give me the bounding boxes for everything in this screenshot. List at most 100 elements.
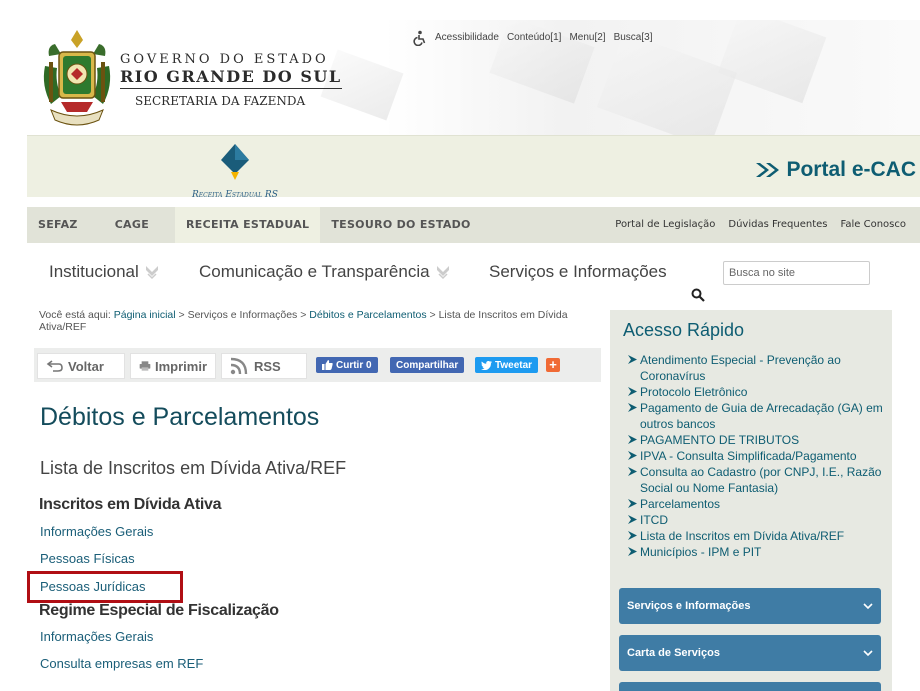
quick-link[interactable]: Lista de Inscritos em Dívida Ativa/REF: [626, 528, 886, 544]
quick-link-label: Atendimento Especial - Prevenção ao Coro…: [640, 353, 841, 383]
quick-link[interactable]: Consulta ao Cadastro (por CNPJ, I.E., Ra…: [626, 464, 886, 496]
breadcrumb-servicos: Serviços e Informações: [187, 309, 298, 321]
arrow-right-icon: [628, 531, 637, 540]
search-icon[interactable]: [691, 288, 705, 304]
page-title: Débitos e Parcelamentos: [40, 403, 320, 431]
quick-link-label: Consulta ao Cadastro (por CNPJ, I.E., Ra…: [640, 465, 882, 495]
breadcrumb: Você está aqui: Página inicial > Serviço…: [39, 309, 584, 333]
quick-link-label: ITCD: [640, 513, 668, 527]
panel-carta-servicos[interactable]: Carta de Serviços: [619, 635, 881, 671]
top-nav-duvidas[interactable]: Dúvidas Frequentes: [728, 207, 827, 243]
facebook-share-button[interactable]: Compartilhar: [390, 357, 465, 373]
receita-banner: Receita Estadual RS Portal e-CAC: [27, 135, 920, 200]
access-link-search[interactable]: Busca[3]: [614, 26, 653, 50]
link-ref-informacoes-gerais[interactable]: Informações Gerais: [40, 629, 153, 644]
printer-icon: [139, 361, 151, 371]
quick-link-label: Municípios - IPM e PIT: [640, 545, 762, 559]
breadcrumb-home[interactable]: Página inicial: [114, 309, 176, 321]
tweet-label: Tweetar: [495, 359, 533, 371]
arrow-right-icon: [628, 451, 637, 460]
receita-diamond-icon: [220, 144, 249, 180]
breadcrumb-sep: >: [300, 309, 307, 321]
government-title: GOVERNO DO ESTADO RIO GRANDE DO SUL SECR…: [120, 52, 342, 108]
twitter-bird-icon: [481, 360, 492, 370]
chevron-down-icon: [436, 266, 449, 280]
tweet-button[interactable]: Tweetar: [475, 357, 539, 373]
highlight-box: [27, 571, 183, 603]
arrow-right-icon: [628, 547, 637, 556]
breadcrumb-sep: >: [429, 309, 436, 321]
section-heading-divida-ativa: Inscritos em Dívida Ativa: [39, 496, 222, 513]
receita-logo[interactable]: Receita Estadual RS: [192, 142, 278, 200]
back-button[interactable]: Voltar: [37, 353, 125, 379]
back-label: Voltar: [68, 358, 104, 374]
chevron-down-icon: [863, 602, 873, 609]
print-button[interactable]: Imprimir: [130, 353, 216, 379]
main-nav-label: Comunicação e Transparência: [199, 262, 430, 281]
quick-link-label: Parcelamentos: [640, 497, 721, 511]
breadcrumb-prefix: Você está aqui:: [39, 309, 111, 321]
quick-link[interactable]: Protocolo Eletrônico: [626, 384, 886, 400]
top-nav-tesouro[interactable]: TESOURO DO ESTADO: [320, 207, 481, 243]
breadcrumb-debitos[interactable]: Débitos e Parcelamentos: [309, 309, 426, 321]
sidebar-title: Acesso Rápido: [623, 320, 745, 340]
arrow-right-icon: [628, 515, 637, 524]
quick-link[interactable]: ITCD: [626, 512, 886, 528]
quick-link[interactable]: PAGAMENTO DE TRIBUTOS: [626, 432, 886, 448]
arrow-right-icon: [628, 387, 637, 396]
top-nav-sefaz[interactable]: SEFAZ: [27, 207, 89, 243]
back-arrow-icon: [46, 360, 63, 372]
main-nav-comunicacao[interactable]: Comunicação e Transparência: [199, 262, 450, 282]
portal-ecac-link[interactable]: Portal e-CAC: [754, 158, 916, 182]
access-link-menu[interactable]: Menu[2]: [569, 26, 605, 50]
panel-label: Carta de Serviços: [627, 647, 720, 659]
more-share-button[interactable]: +: [546, 358, 560, 372]
quick-link-label: Protocolo Eletrônico: [640, 385, 748, 399]
access-link-content[interactable]: Conteúdo[1]: [507, 26, 562, 50]
quick-link[interactable]: Atendimento Especial - Prevenção ao Coro…: [626, 352, 886, 384]
top-nav-fale-conosco[interactable]: Fale Conosco: [841, 207, 906, 243]
top-nav-receita-estadual[interactable]: RECEITA ESTADUAL: [175, 207, 321, 243]
top-nav-right: Portal de Legislação Dúvidas Frequentes …: [615, 207, 906, 243]
arrow-right-icon: [628, 403, 637, 412]
sidebar-acesso-rapido: Acesso Rápido Atendimento Especial - Pre…: [610, 310, 892, 691]
link-pessoas-fisicas[interactable]: Pessoas Físicas: [40, 551, 135, 566]
decor-cube: [717, 20, 827, 104]
double-chevron-icon: [756, 163, 780, 177]
chevron-down-icon: [863, 649, 873, 656]
coat-of-arms-logo[interactable]: [37, 26, 117, 132]
portal-label: Portal e-CAC: [786, 158, 916, 181]
print-label: Imprimir: [154, 358, 207, 374]
gov-line2: RIO GRANDE DO SUL: [120, 67, 342, 89]
facebook-like-button[interactable]: Curtir 0: [316, 357, 378, 373]
main-nav-label: Serviços e Informações: [489, 262, 667, 281]
panel-label: Serviços e Informações: [627, 600, 751, 612]
link-informacoes-gerais[interactable]: Informações Gerais: [40, 524, 153, 539]
top-nav-legislacao[interactable]: Portal de Legislação: [615, 207, 715, 243]
quick-links-list: Atendimento Especial - Prevenção ao Coro…: [626, 352, 886, 560]
thumbs-up-icon: [322, 360, 333, 370]
quick-link[interactable]: Municípios - IPM e PIT: [626, 544, 886, 560]
arrow-right-icon: [628, 499, 637, 508]
main-nav-label: Institucional: [49, 262, 139, 281]
link-consulta-empresas-ref[interactable]: Consulta empresas em REF: [40, 656, 203, 671]
main-nav: Institucional Comunicação e Transparênci…: [27, 243, 920, 302]
quick-link[interactable]: Pagamento de Guia de Arrecadação (GA) em…: [626, 400, 886, 432]
panel-collapsed[interactable]: [619, 682, 881, 691]
site-search-input[interactable]: [723, 261, 870, 285]
accessibility-bar: Acessibilidade Conteúdo[1] Menu[2] Busca…: [411, 26, 653, 50]
rss-button[interactable]: RSS: [221, 353, 307, 379]
page-subtitle: Lista de Inscritos em Dívida Ativa/REF: [40, 458, 347, 478]
section-heading-ref: Regime Especial de Fiscalização: [39, 602, 279, 619]
quick-link[interactable]: Parcelamentos: [626, 496, 886, 512]
wheelchair-icon[interactable]: [411, 30, 427, 46]
quick-link-label: IPVA - Consulta Simplificada/Pagamento: [640, 449, 857, 463]
chevron-down-icon: [145, 266, 158, 280]
main-nav-servicos[interactable]: Serviços e Informações: [489, 262, 667, 282]
main-nav-institucional[interactable]: Institucional: [49, 262, 159, 282]
access-link-accessibility[interactable]: Acessibilidade: [435, 26, 499, 50]
quick-link[interactable]: IPVA - Consulta Simplificada/Pagamento: [626, 448, 886, 464]
top-nav-cage[interactable]: CAGE: [89, 207, 175, 243]
panel-servicos-informacoes[interactable]: Serviços e Informações: [619, 588, 881, 624]
top-nav: SEFAZ CAGE RECEITA ESTADUAL TESOURO DO E…: [27, 207, 920, 243]
